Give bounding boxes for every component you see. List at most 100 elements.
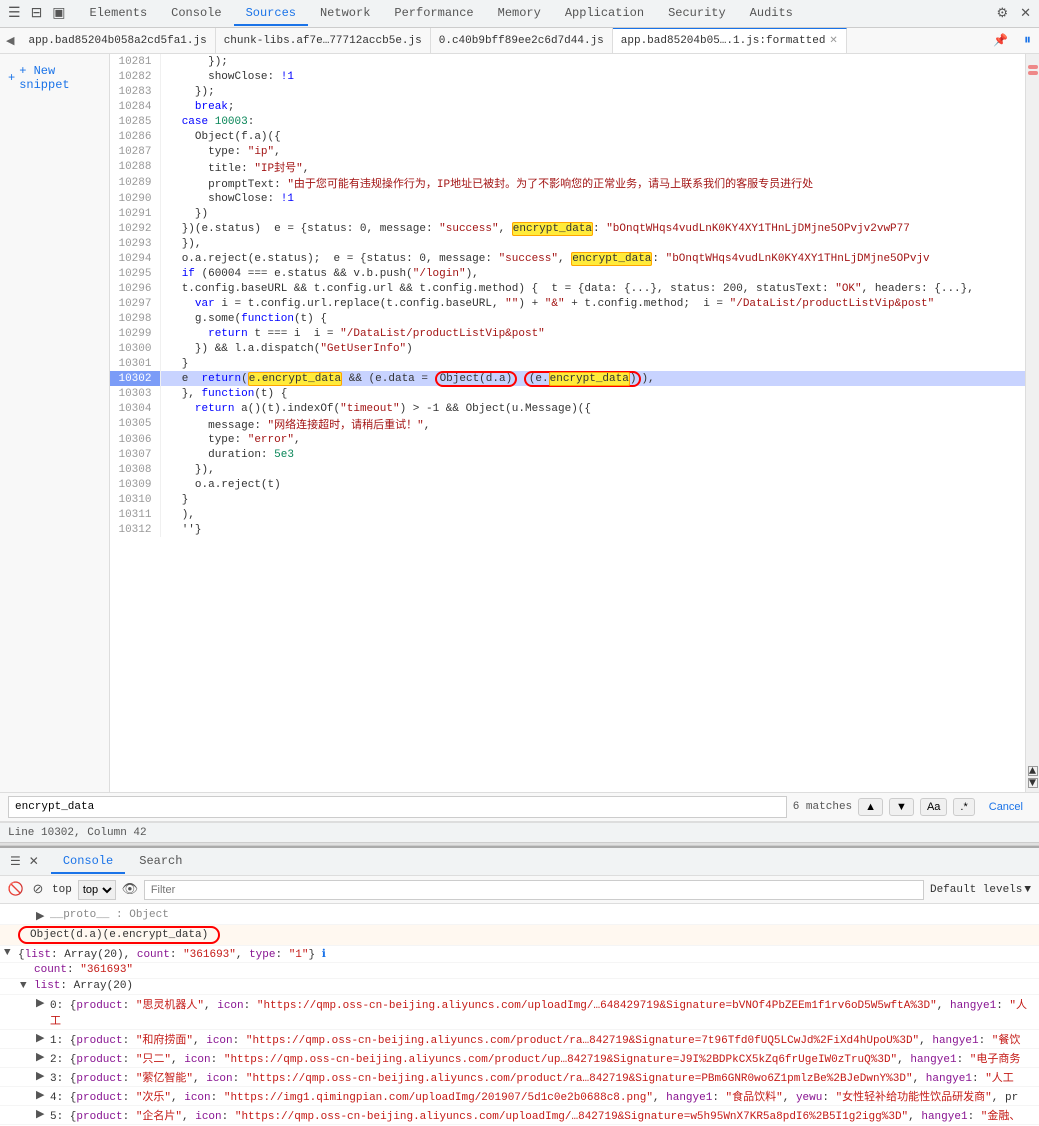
search-next-button[interactable]: ▼ — [889, 798, 914, 816]
console-output[interactable]: ▶ __proto__ : Object Object(d.a)(e.encry… — [0, 904, 1039, 1126]
tab-console-panel[interactable]: Console — [51, 850, 125, 874]
console-expand-icon[interactable]: ☰ — [8, 852, 23, 871]
settings-icon[interactable]: ⚙ — [992, 4, 1012, 23]
default-levels-dropdown[interactable]: Default levels ▼ — [930, 884, 1031, 896]
tab-elements[interactable]: Elements — [78, 2, 160, 26]
table-row: 10283 }); — [110, 84, 1025, 99]
context-selector[interactable]: top — [78, 880, 116, 900]
expand-arrow-placeholder2 — [20, 964, 34, 976]
match-case-button[interactable]: Aa — [920, 798, 947, 816]
line-num: 10309 — [110, 477, 160, 492]
tab-security[interactable]: Security — [656, 2, 738, 26]
sidebar: + + New snippet — [0, 54, 110, 792]
line-num: 10286 — [110, 129, 160, 144]
tab-application[interactable]: Application — [553, 2, 656, 26]
file-tab-2[interactable]: 0.c40b9bff89ee2c6d7d44.js — [431, 28, 613, 54]
console-line-expression: Object(d.a)(e.encrypt_data) — [0, 925, 1039, 946]
search-prev-button[interactable]: ▲ — [858, 798, 883, 816]
table-row: 10303 }, function(t) { — [110, 386, 1025, 401]
tab-network[interactable]: Network — [308, 2, 382, 26]
code-scroll-area[interactable]: 10281 }); 10282 showClose: !1 10283 }); … — [110, 54, 1025, 792]
right-scroll-markers: ▲ ▼ — [1025, 54, 1039, 792]
expand-arrow-item2[interactable]: ▶ — [36, 1050, 50, 1064]
line-code: }, function(t) { — [160, 386, 1025, 401]
line-code: showClose: !1 — [160, 191, 1025, 206]
line-code: t.config.baseURL && t.config.url && t.co… — [160, 281, 1025, 296]
table-row: 10301 } — [110, 356, 1025, 371]
pin-icon[interactable]: 📌 — [985, 31, 1016, 50]
close-devtools-icon[interactable]: ✕ — [1016, 4, 1035, 23]
file-tab-1[interactable]: chunk-libs.af7e…77712accb5e.js — [216, 28, 431, 54]
line-num: 10310 — [110, 492, 160, 507]
regex-button[interactable]: .* — [953, 798, 974, 816]
devtools-pin-icon[interactable]: ⊟ — [27, 3, 47, 24]
scroll-marker — [1028, 71, 1038, 75]
devtools-expand-icon[interactable]: ▣ — [48, 3, 69, 24]
code-editor[interactable]: 10281 }); 10282 showClose: !1 10283 }); … — [110, 54, 1025, 792]
table-row: 10284 break; — [110, 99, 1025, 114]
line-num: 10284 — [110, 99, 160, 114]
line-code: } — [160, 492, 1025, 507]
status-bar: Line 10302, Column 42 — [0, 822, 1039, 842]
scroll-down-icon[interactable]: ▼ — [1028, 778, 1038, 788]
table-row: 10310 } — [110, 492, 1025, 507]
tab-memory[interactable]: Memory — [486, 2, 553, 26]
search-cancel-button[interactable]: Cancel — [981, 799, 1031, 815]
line-num: 10299 — [110, 326, 160, 341]
expand-arrow-item1[interactable]: ▶ — [36, 1031, 50, 1045]
table-row: 10308 }), — [110, 462, 1025, 477]
eye-icon[interactable]: 👁 — [122, 882, 138, 898]
expand-arrow-item5[interactable]: ▶ — [36, 1107, 50, 1121]
console-list-header-text: list: Array(20) — [34, 980, 1035, 992]
expand-arrow-list[interactable]: ▼ — [20, 980, 34, 992]
search-matches-count: 6 matches — [793, 801, 852, 813]
main-content-area: + + New snippet 10281 }); 10282 showClos… — [0, 54, 1039, 792]
line-code: return a()(t).indexOf("timeout") > -1 &&… — [160, 401, 1025, 416]
search-bar: 6 matches ▲ ▼ Aa .* Cancel — [0, 792, 1039, 822]
filter-input[interactable] — [144, 880, 924, 900]
expand-arrow-item3[interactable]: ▶ — [36, 1069, 50, 1083]
tab-audits[interactable]: Audits — [738, 2, 805, 26]
file-tabs-pause-icon[interactable]: ⏸ — [1016, 31, 1039, 51]
expand-arrow-item0[interactable]: ▶ — [36, 996, 50, 1010]
line-num: 10294 — [110, 251, 160, 266]
expand-arrow[interactable]: ▶ — [36, 909, 50, 923]
devtools-menu-icon[interactable]: ☰ — [4, 3, 25, 24]
list-item-1-text: 1: {product: "和府捞面", icon: "https://qmp.… — [50, 1031, 1035, 1047]
table-row: 10291 }) — [110, 206, 1025, 221]
line-code: o.a.reject(e.status); e = {status: 0, me… — [160, 251, 1025, 266]
file-tab-3-close[interactable]: ✕ — [829, 35, 837, 47]
line-code: g.some(function(t) { — [160, 311, 1025, 326]
console-close-icon[interactable]: ✕ — [27, 852, 41, 871]
file-tabs-left-arrow[interactable]: ◀ — [0, 32, 20, 50]
line-num: 10282 — [110, 69, 160, 84]
scroll-up-icon[interactable]: ▲ — [1028, 766, 1038, 776]
line-code: return t === i i = "/DataList/productLis… — [160, 326, 1025, 341]
expand-arrow-obj[interactable]: ▼ — [4, 947, 18, 959]
circled-expression: Object(d.a)(e.encrypt_data) — [18, 926, 220, 944]
tab-search-panel[interactable]: Search — [127, 850, 194, 874]
new-snippet-button[interactable]: + + New snippet — [0, 58, 109, 98]
devtools-tabs-bar: ☰ ⊟ ▣ Elements Console Sources Network P… — [0, 0, 1039, 28]
line-code: duration: 5e3 — [160, 447, 1025, 462]
line-code: e return(e.encrypt_data && (e.data = Obj… — [160, 371, 1025, 386]
list-item-4-text: 4: {product: "次乐", icon: "https://img1.q… — [50, 1088, 1035, 1104]
line-code: break; — [160, 99, 1025, 114]
tab-sources[interactable]: Sources — [234, 2, 308, 26]
file-tab-3[interactable]: app.bad85204b05….1.js:formatted ✕ — [613, 28, 847, 54]
table-row: 10311 ), — [110, 507, 1025, 522]
line-num: 10303 — [110, 386, 160, 401]
console-tab-icons: ☰ ✕ — [8, 852, 41, 871]
new-snippet-label: + New snippet — [19, 64, 101, 92]
tab-console[interactable]: Console — [159, 2, 233, 26]
stop-icon[interactable]: ⊘ — [30, 882, 46, 898]
expand-arrow-item4[interactable]: ▶ — [36, 1088, 50, 1102]
line-num: 10285 — [110, 114, 160, 129]
tab-performance[interactable]: Performance — [382, 2, 485, 26]
line-code: }), — [160, 462, 1025, 477]
line-code: message: "网络连接超时，请稍后重试！", — [160, 416, 1025, 432]
table-row: 10298 g.some(function(t) { — [110, 311, 1025, 326]
search-input[interactable] — [8, 796, 787, 818]
file-tab-0[interactable]: app.bad85204b058a2cd5fa1.js — [20, 28, 215, 54]
clear-console-icon[interactable]: 🚫 — [8, 882, 24, 898]
